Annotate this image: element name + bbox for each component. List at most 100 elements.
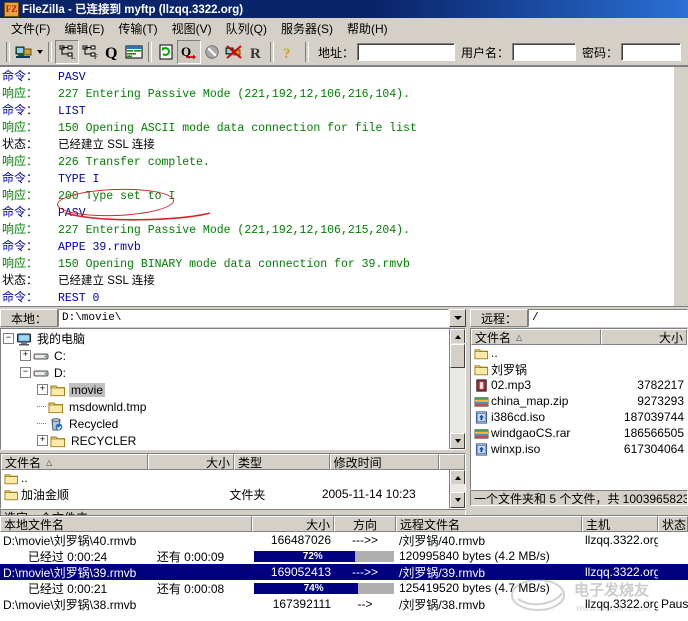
remote-file-row[interactable]: 02.mp3 3782217 [471,377,687,393]
remote-file-row[interactable]: winxp.iso 617304064 [471,441,687,457]
tree-item[interactable]: − 我的电脑 [1,330,450,347]
toggle-local-tree-button[interactable]: L [55,40,79,64]
tree-item[interactable]: + movie [1,381,450,398]
local-path-row: 本地： D:\movie\ [0,309,466,327]
tree-collapse-icon[interactable]: − [20,367,31,378]
local-column-header[interactable]: 文件名 △ [1,454,149,470]
tree-item[interactable]: msdownld.tmp [1,398,450,415]
local-column-header[interactable]: 大小 [148,454,234,470]
queue-item-row[interactable]: D:\movie\刘罗锅\39.rmvb 169052413 --->> /刘罗锅/3… [0,564,688,580]
menu-item-edit[interactable]: 编辑(E) [57,18,111,39]
remote-file-row[interactable]: i386cd.iso 187039744 [471,409,687,425]
log-line: 命令： PASV [2,204,688,221]
queue-column-header[interactable]: 状态 [658,516,688,532]
cancel-button[interactable] [201,41,223,63]
tree-expand-icon[interactable]: + [37,435,48,446]
tree-expand-icon[interactable]: + [20,350,31,361]
cell-text: 9273293 [637,394,684,408]
address-input[interactable] [357,43,459,61]
remote-file-list[interactable]: 文件名 △ 大小 .. 刘罗锅 02.mp3 3782217 china_map.zip 92… [470,328,688,490]
menu-item-help[interactable]: 帮助(H) [340,18,395,39]
scrollbar-thumb[interactable] [450,344,465,368]
queue-column-header[interactable]: 本地文件名 [0,516,252,532]
remote-file-row[interactable]: windgaoCS.rar 186566505 [471,425,687,441]
scroll-down-button[interactable] [450,433,465,449]
transfer-queue[interactable]: 本地文件名 大小 方向 远程文件名 主机 状态 D:\movie\刘罗锅\40.rmvb 1… [0,515,688,621]
queue-item-row[interactable]: D:\movie\刘罗锅\40.rmvb 166487026 --->> /刘罗锅/4… [0,532,688,548]
local-path-value[interactable]: D:\movie\ [58,309,449,327]
queue-column-header[interactable]: 主机 [582,516,658,532]
remote-file-cell: windgaoCS.rar [471,426,601,440]
log-line-prefix: 状态： [2,137,39,151]
queue-item-row[interactable]: D:\movie\刘罗锅\38.rmvb 167392111 --> /刘罗锅/38.… [0,596,688,612]
local-pane: 本地： D:\movie\ − 我的电脑 + C: − D: + movie msdownld.… [0,307,466,525]
local-path-dropdown[interactable] [449,309,466,327]
tree-item[interactable]: + RECYCLER [1,432,450,449]
remote-file-cell: 186566505 [601,426,687,440]
password-input[interactable] [621,43,685,61]
username-input[interactable] [512,43,580,61]
local-file-list[interactable]: 文件名 △ 大小 类型 修改时间 .. 加油金顺 文件夹 2005-11-14 10:23 [0,453,466,509]
remote-column-header[interactable]: 大小 [601,329,687,345]
message-log[interactable]: 命令： PASV 响应： 227 Entering Passive Mode (221… [0,66,688,307]
tree-item[interactable]: − D: [1,364,450,381]
local-column-header[interactable] [439,454,465,470]
local-column-header[interactable]: 修改时间 [329,454,440,470]
remote-path-value[interactable]: / [528,309,688,327]
address-label: 地址： [318,45,355,60]
refresh-button[interactable] [155,41,177,63]
menu-item-transfer[interactable]: 传输(T) [111,18,164,39]
log-line: 响应： 226 Transfer complete. [2,153,688,170]
remote-column-header[interactable]: 文件名 △ [471,329,601,345]
local-file-row[interactable]: 加油金顺 文件夹 2005-11-14 10:23 [1,486,450,502]
remote-file-row[interactable]: .. [471,345,687,361]
local-file-row[interactable]: .. [1,470,450,486]
column-header-label: 文件名 [475,330,512,345]
queue-column-header[interactable]: 大小 [252,516,334,532]
address-input-field[interactable] [358,44,459,60]
cell-text: i386cd.iso [491,410,546,424]
toggle-queue-button[interactable]: Q [101,41,123,63]
local-column-header[interactable]: 类型 [233,454,330,470]
toggle-remote-tree-button[interactable]: F [79,41,101,63]
tree-expand-icon[interactable]: + [37,384,48,395]
cell-text: .. [491,346,498,360]
local-directory-tree[interactable]: − 我的电脑 + C: − D: + movie msdownld.tmp Recycled + RE… [0,328,466,450]
local-file-rows: .. 加油金顺 文件夹 2005-11-14 10:23 [1,470,450,502]
tree-item[interactable]: + C: [1,347,450,364]
local-file-cell: 加油金顺 [1,486,143,503]
reconnect-r-icon[interactable]: R [245,41,267,63]
help-question-icon[interactable]: ? [277,41,299,63]
remote-file-row[interactable]: china_map.zip 9273293 [471,393,687,409]
disconnect-button[interactable] [223,41,245,63]
message-log-scrollbar[interactable] [674,67,688,306]
queue-cell: 167392111 [272,597,331,611]
chevron-down-icon[interactable] [35,41,45,63]
process-queue-button[interactable]: Q [177,40,201,64]
log-line-text: 已经建立 SSL 连接 [58,275,155,287]
queue-column-header[interactable]: 方向 [334,516,396,532]
toggle-message-log-button[interactable] [123,41,145,63]
log-line: 响应： 150 Opening BINARY mode data connecti… [2,255,688,272]
username-input-field[interactable] [513,44,580,60]
folder-icon [50,434,66,448]
tree-item-label: movie [69,382,106,397]
site-manager-button[interactable] [13,41,35,63]
scroll-down-button[interactable] [450,492,465,508]
menu-item-file[interactable]: 文件(F) [4,18,57,39]
menu-item-view[interactable]: 视图(V) [165,18,219,39]
remote-file-row[interactable]: 刘罗锅 [471,361,687,377]
tree-connector [37,422,46,425]
local-list-scrollbar[interactable] [449,470,465,508]
sort-ascending-icon: △ [46,457,53,467]
local-tree-scrollbar[interactable] [449,329,465,449]
folder-icon [4,488,19,501]
remote-pane: 远程： / 文件名 △ 大小 .. 刘罗锅 02.mp3 3782217 china_map… [470,307,688,506]
cell-text: windgaoCS.rar [491,426,571,440]
menu-item-server[interactable]: 服务器(S) [274,18,340,39]
tree-item[interactable]: Recycled [1,415,450,432]
password-input-field[interactable] [622,44,685,60]
queue-column-header[interactable]: 远程文件名 [396,516,582,532]
tree-collapse-icon[interactable]: − [3,333,14,344]
menu-item-queue[interactable]: 队列(Q) [219,18,274,39]
